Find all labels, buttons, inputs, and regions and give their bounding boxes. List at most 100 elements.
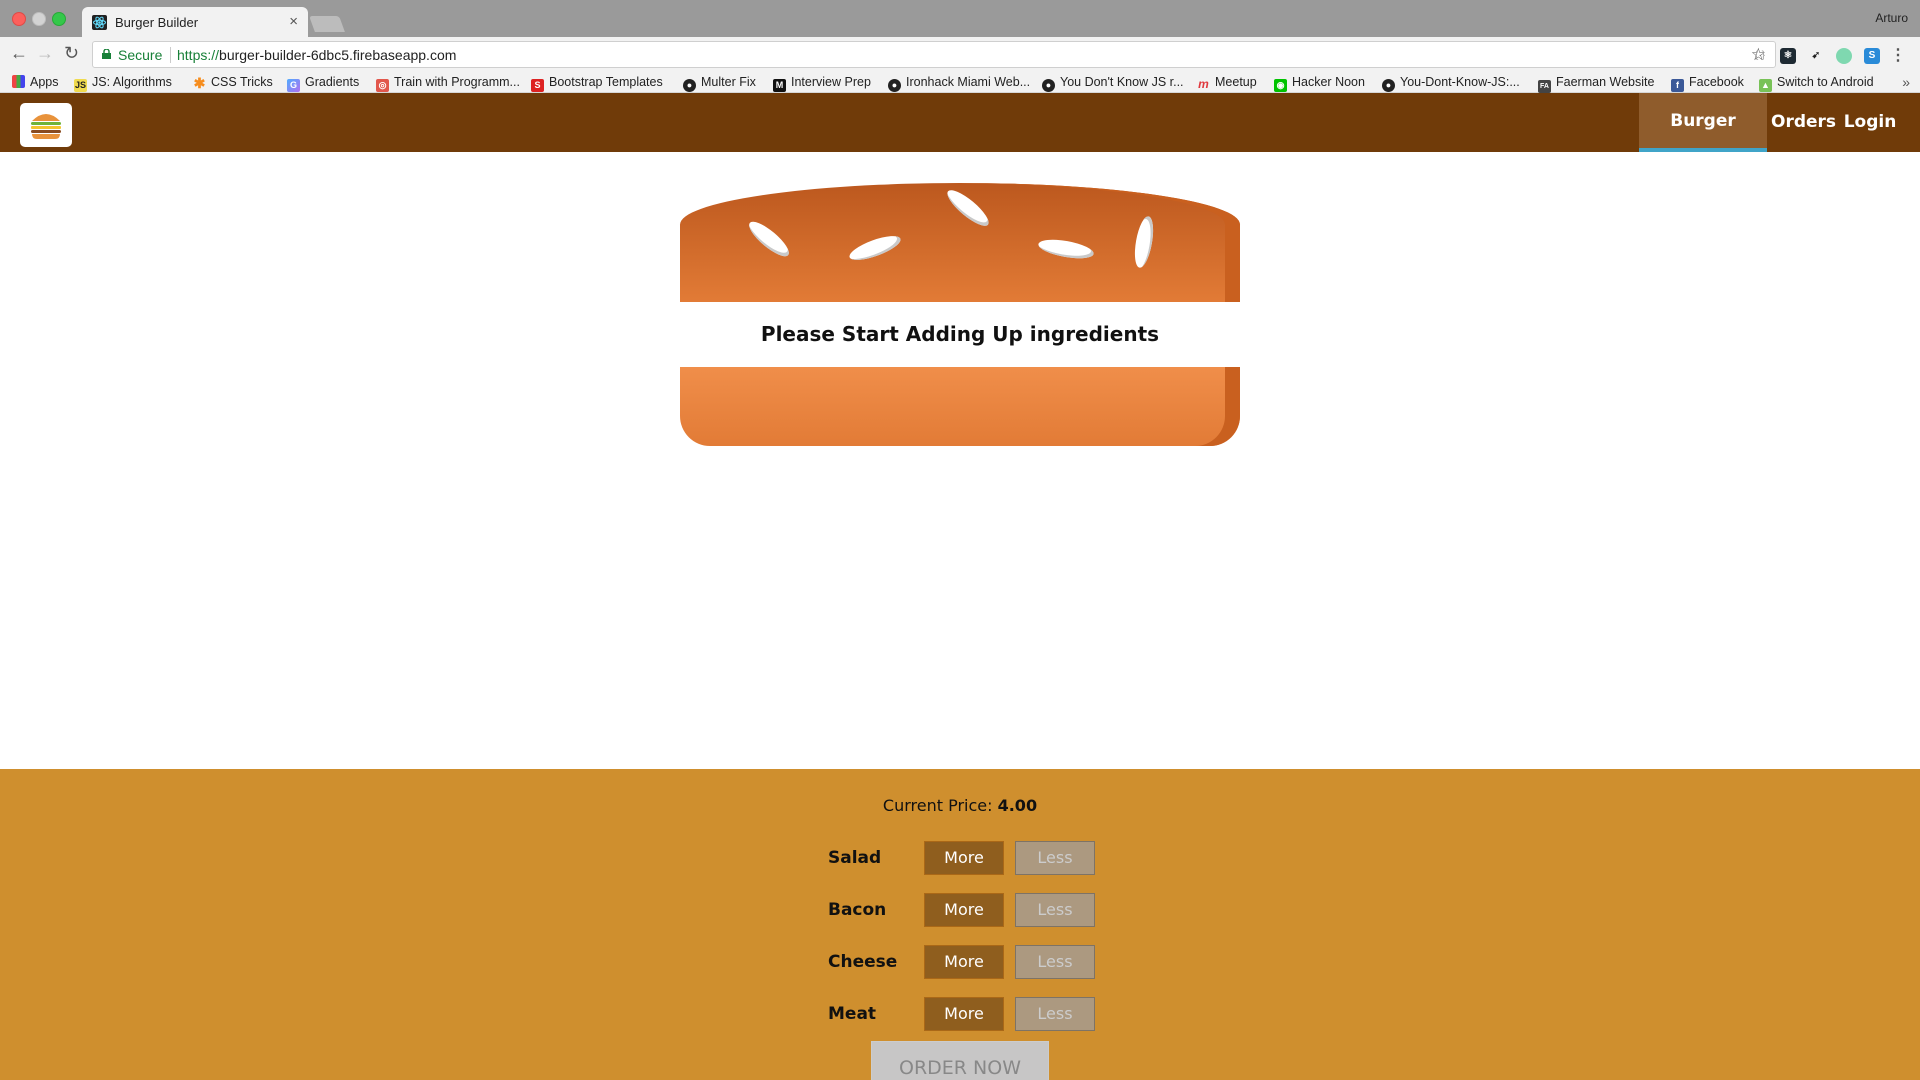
bookmark-item[interactable]: ◉ Hacker Noon xyxy=(1274,75,1365,92)
bookmark-item[interactable]: JS JS: Algorithms xyxy=(74,75,172,92)
bookmark-label: Bootstrap Templates xyxy=(549,75,663,89)
bookmark-label: Interview Prep xyxy=(791,75,871,89)
browser-menu-icon[interactable]: ⋮ xyxy=(1890,45,1906,65)
burger-logo-icon xyxy=(31,114,61,139)
bookmark-item[interactable]: ● Multer Fix xyxy=(683,75,756,92)
empty-burger-message: Please Start Adding Up ingredients xyxy=(760,322,1160,346)
url-host: burger-builder-6dbc5.firebaseapp.com xyxy=(219,47,457,63)
bookmark-item[interactable]: ● You-Dont-Know-JS:... xyxy=(1382,75,1520,92)
bookmark-item[interactable]: M Interview Prep xyxy=(773,75,871,92)
app-toolbar: Burger Builder Orders Login xyxy=(0,93,1920,188)
bookmark-label: You-Dont-Know-JS:... xyxy=(1400,75,1520,89)
bread-top xyxy=(680,183,1240,302)
price-value: 4.00 xyxy=(997,796,1038,815)
forward-arrow-icon[interactable]: → xyxy=(36,43,54,64)
sesame-seed xyxy=(1131,215,1157,269)
url-scheme: https:// xyxy=(177,47,220,63)
less-bacon-button[interactable]: Less xyxy=(1015,893,1095,927)
control-salad: Salad More Less xyxy=(828,841,1098,875)
sesame-seed xyxy=(942,185,994,231)
address-bar[interactable]: Secure https://burger-builder-6dbc5.fire… xyxy=(92,41,1776,68)
url-text[interactable]: https://burger-builder-6dbc5.firebaseapp… xyxy=(177,47,456,63)
new-tab-button[interactable] xyxy=(309,16,345,32)
bookmark-label: Faerman Website xyxy=(1556,75,1655,89)
hacker-noon-icon: ◉ xyxy=(1274,79,1287,92)
bookmark-item[interactable]: ✱ CSS Tricks xyxy=(193,75,273,90)
react-favicon-icon xyxy=(92,15,107,30)
bookmark-label: You Don't Know JS r... xyxy=(1060,75,1184,89)
control-cheese: Cheese More Less xyxy=(828,945,1098,979)
extension-circle-icon[interactable] xyxy=(1836,48,1852,64)
bookmark-label: Gradients xyxy=(305,75,360,89)
close-window-button[interactable] xyxy=(12,12,26,26)
more-salad-button[interactable]: More xyxy=(924,841,1004,875)
bookmark-item[interactable]: Apps xyxy=(12,75,59,89)
bookmarks-overflow-icon[interactable]: » xyxy=(1902,74,1910,90)
control-meat: Meat More Less xyxy=(828,997,1098,1031)
sesame-seed xyxy=(744,216,794,262)
bookmark-label: JS: Algorithms xyxy=(92,75,172,89)
current-price: Current Price: 4.00 xyxy=(0,796,1920,815)
bookmark-item[interactable]: G Gradients xyxy=(287,75,359,92)
bookmark-label: Hacker Noon xyxy=(1292,75,1365,89)
bread-bottom xyxy=(680,367,1240,446)
tab-close-icon[interactable]: × xyxy=(289,13,298,30)
build-controls: Current Price: 4.00 Salad More Less Baco… xyxy=(0,769,1920,1080)
minimize-window-button[interactable] xyxy=(32,12,46,26)
bookmark-label: Meetup xyxy=(1215,75,1257,89)
nav-login[interactable]: Login xyxy=(1840,93,1900,152)
github-icon: ● xyxy=(1382,79,1395,92)
android-icon: ▲ xyxy=(1759,79,1772,92)
gradients-icon: G xyxy=(287,79,300,92)
secure-label: Secure xyxy=(118,47,163,63)
github-icon: ● xyxy=(683,79,696,92)
nav-orders[interactable]: Orders xyxy=(1771,93,1836,152)
ingredient-label: Salad xyxy=(828,848,882,868)
reload-icon[interactable]: ↻ xyxy=(64,43,79,64)
burger-logo[interactable] xyxy=(20,103,72,147)
bookmark-item[interactable]: ● Ironhack Miami Web... xyxy=(888,75,1030,92)
bookmark-label: Switch to Android xyxy=(1777,75,1874,89)
bookmark-item[interactable]: S Bootstrap Templates xyxy=(531,75,663,92)
profile-name[interactable]: Arturo xyxy=(1875,11,1908,25)
ingredient-label: Bacon xyxy=(828,900,887,920)
nav-burger-builder[interactable]: Burger Builder xyxy=(1639,93,1767,188)
react-devtools-icon[interactable]: ⚛ xyxy=(1780,48,1796,64)
less-cheese-button[interactable]: Less xyxy=(1015,945,1095,979)
css-tricks-icon: ✱ xyxy=(193,75,206,91)
more-meat-button[interactable]: More xyxy=(924,997,1004,1031)
medium-icon: M xyxy=(773,79,786,92)
control-bacon: Bacon More Less xyxy=(828,893,1098,927)
bookmark-item[interactable]: ▲ Switch to Android xyxy=(1759,75,1874,92)
browser-toolbar: ← → ↻ Secure https://burger-builder-6dbc… xyxy=(0,37,1920,72)
github-icon: ● xyxy=(1042,79,1055,92)
bookmark-label: CSS Tricks xyxy=(211,75,273,89)
url-separator xyxy=(170,47,171,63)
maximize-window-button[interactable] xyxy=(52,12,66,26)
more-cheese-button[interactable]: More xyxy=(924,945,1004,979)
bookmark-item[interactable]: f Facebook xyxy=(1671,75,1744,92)
extension-pointer-icon[interactable]: ➹ xyxy=(1808,48,1824,64)
bookmark-label: Facebook xyxy=(1689,75,1744,89)
order-now-button[interactable]: ORDER NOW xyxy=(871,1041,1049,1080)
bookmark-item[interactable]: m Meetup xyxy=(1197,75,1257,91)
extension-json-icon[interactable]: {·} xyxy=(1752,48,1768,64)
bookmark-item[interactable]: FA Faerman Website xyxy=(1538,75,1654,93)
less-salad-button[interactable]: Less xyxy=(1015,841,1095,875)
js-icon: JS xyxy=(74,79,87,92)
facebook-icon: f xyxy=(1671,79,1684,92)
back-arrow-icon[interactable]: ← xyxy=(10,43,28,64)
price-label: Current Price: xyxy=(882,796,998,815)
browser-tab-active[interactable]: Burger Builder × xyxy=(82,7,308,37)
bookmarks-bar: Apps JS JS: Algorithms ✱ CSS Tricks G Gradi… xyxy=(0,72,1920,93)
less-meat-button[interactable]: Less xyxy=(1015,997,1095,1031)
bookmark-item[interactable]: ● You Don't Know JS r... xyxy=(1042,75,1184,92)
lock-icon xyxy=(102,49,111,59)
sesame-seed xyxy=(846,231,904,265)
bookmark-item[interactable]: ◎ Train with Programm... xyxy=(376,75,520,92)
sesame-seed xyxy=(1037,236,1095,262)
more-bacon-button[interactable]: More xyxy=(924,893,1004,927)
train-icon: ◎ xyxy=(376,79,389,92)
ingredient-label: Cheese xyxy=(828,952,898,972)
extension-s-icon[interactable]: S xyxy=(1864,48,1880,64)
